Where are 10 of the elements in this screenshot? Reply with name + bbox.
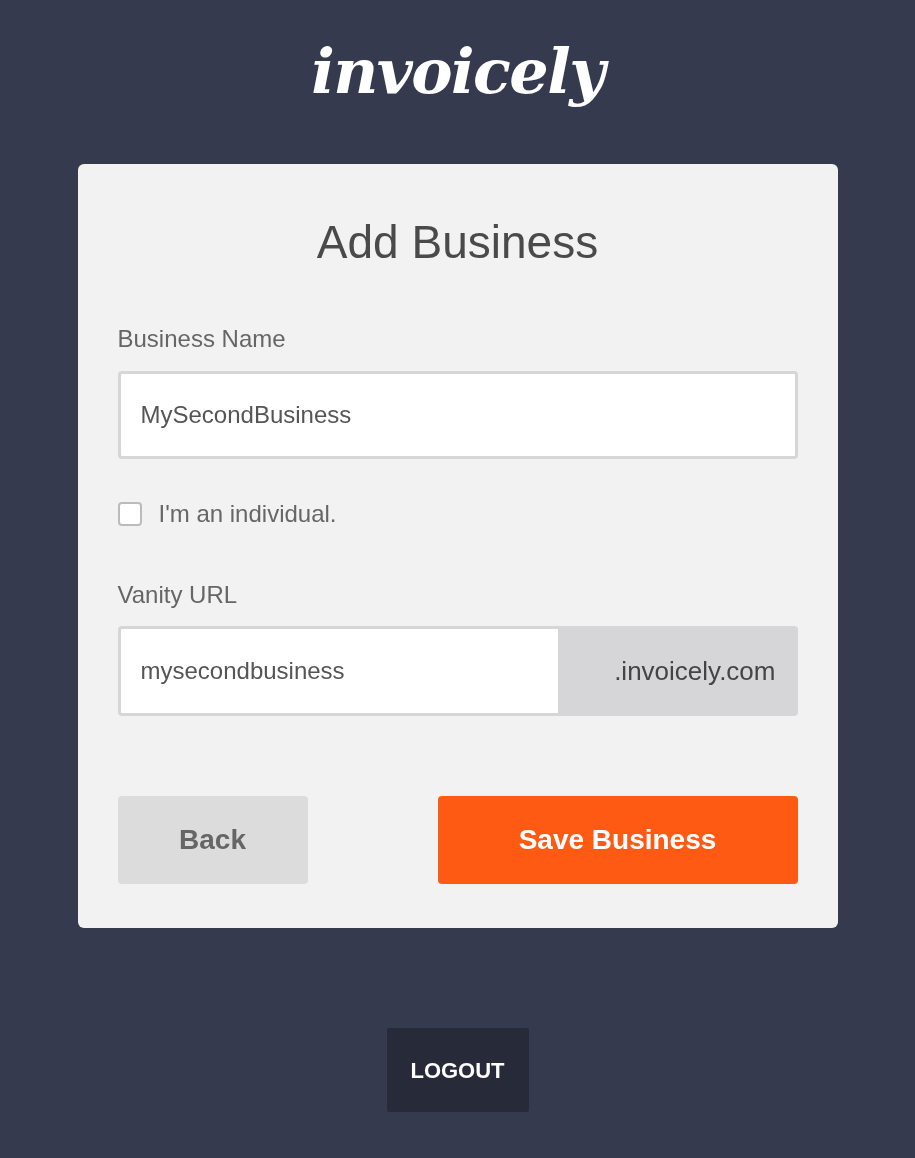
field-label: Vanity URL [117, 580, 238, 610]
individual-checkbox[interactable] [117, 502, 142, 526]
vanity-url-field[interactable]: mysecondbusiness [117, 626, 558, 716]
logout-button[interactable]: LOGOUT [386, 1028, 529, 1112]
form-title: Add Business [315, 215, 600, 270]
back-button[interactable]: Back [117, 796, 308, 884]
domain-suffix: .invoicely.com [557, 626, 798, 716]
checkbox-label: I'm an individual. [158, 499, 337, 529]
business-name-field[interactable]: MySecondBusiness [117, 371, 798, 459]
field-label: Business Name [117, 324, 286, 354]
